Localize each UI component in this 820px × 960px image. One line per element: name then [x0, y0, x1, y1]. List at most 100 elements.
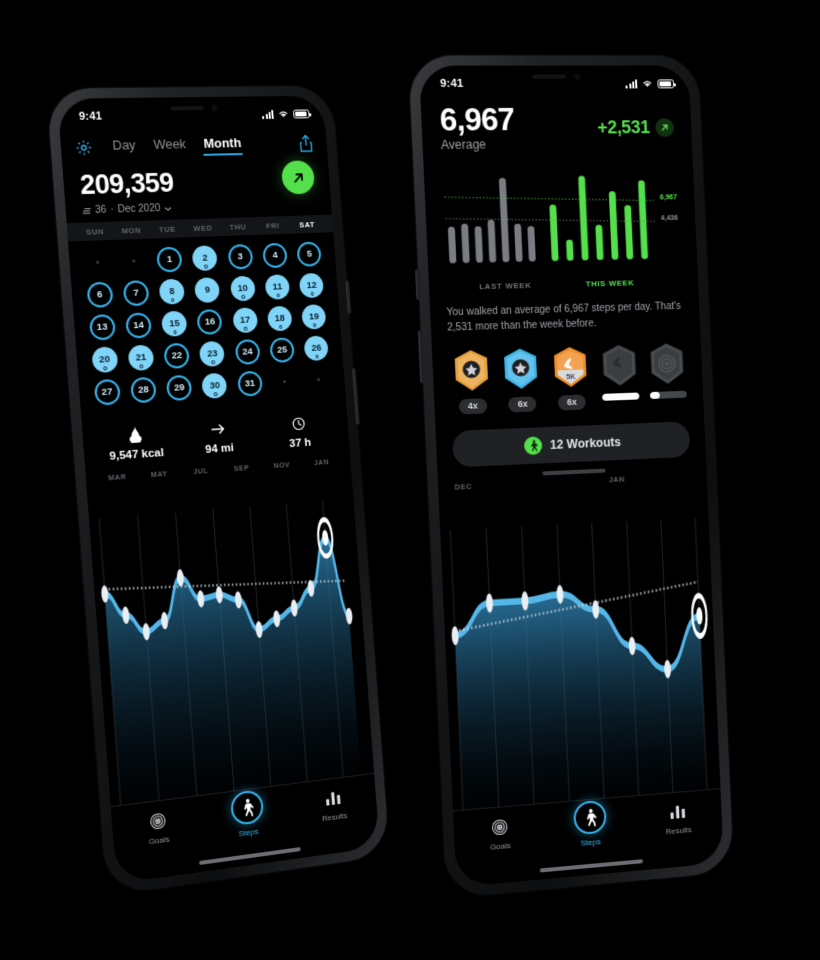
calendar-day-29[interactable]: 29 — [166, 374, 193, 402]
calendar-day-25[interactable]: 25 — [269, 337, 295, 364]
calendar-cell[interactable]: 18 — [261, 304, 298, 332]
calendar-day-31[interactable]: 31 — [236, 370, 263, 397]
calendar-cell[interactable]: 1 — [151, 245, 189, 273]
calendar-day-16[interactable]: 16 — [196, 308, 224, 336]
calendar-cell[interactable]: 4 — [257, 242, 294, 270]
share-icon[interactable] — [298, 133, 314, 152]
calendar-cell[interactable]: 11 — [259, 273, 296, 301]
calendar-cell[interactable]: 29 — [160, 373, 198, 402]
power-button[interactable] — [351, 368, 360, 425]
right-month-trend-chart[interactable]: DEC JAN — [438, 467, 721, 810]
calendar-day-11[interactable]: 11 — [264, 274, 291, 300]
month-trend-chart[interactable]: MAR MAY JUL SEP NOV JAN — [86, 454, 375, 807]
calendar-day-1[interactable]: 1 — [156, 246, 183, 273]
calendar-day-label: 12 — [306, 279, 318, 292]
calendar-cell[interactable]: 16 — [191, 308, 228, 337]
calendar-cell[interactable]: 8 — [153, 277, 191, 306]
home-indicator[interactable] — [539, 859, 644, 873]
tab-day[interactable]: Day — [112, 137, 136, 156]
volume-up-button[interactable] — [414, 269, 421, 300]
orange-5k-badge[interactable]: 5K 6x — [550, 345, 592, 411]
calendar-day-24[interactable]: 24 — [234, 338, 261, 366]
arrow-up-right-icon — [655, 118, 675, 137]
period-selector[interactable]: 36 · Dec 2020 — [82, 198, 317, 216]
calendar-day-15[interactable]: 15 — [161, 310, 188, 337]
calendar-day-8[interactable]: 8 — [158, 278, 186, 305]
chevron-down-icon[interactable] — [164, 204, 172, 212]
calendar-cell[interactable]: 15 — [156, 309, 194, 338]
calendar-day-label: 2 — [202, 252, 209, 264]
tab-goals[interactable]: Goals — [111, 804, 204, 851]
calendar-cell[interactable]: 26 — [298, 334, 334, 362]
calendar-day-4[interactable]: 4 — [262, 242, 288, 269]
calendar-cell[interactable]: 25 — [264, 336, 301, 364]
calendar-day-7[interactable]: 7 — [122, 280, 150, 307]
calendar-cell[interactable]: 22 — [158, 341, 196, 370]
home-indicator[interactable] — [198, 847, 301, 866]
tab-results[interactable]: Results — [633, 797, 722, 839]
calendar-day-2[interactable]: 2 — [192, 245, 219, 272]
calendar-cell[interactable]: 27 — [88, 377, 127, 407]
calendar-day-17[interactable]: 17 — [232, 307, 259, 334]
calendar-cell[interactable]: 14 — [119, 311, 157, 340]
calendar-day-12[interactable]: 12 — [299, 272, 325, 299]
tab-goals[interactable]: Goals — [453, 812, 546, 855]
calendar-cell[interactable]: 5 — [291, 240, 327, 268]
calendar-cell[interactable]: 17 — [227, 306, 264, 334]
blue-star-badge[interactable]: 6x — [500, 347, 542, 413]
status-indicators — [262, 108, 310, 120]
goal-reached-dot-icon — [211, 360, 215, 364]
calendar-day-21[interactable]: 21 — [127, 344, 155, 372]
achievement-badges[interactable]: 4x 6x 5K 6x — [431, 328, 703, 415]
calendar-day-18[interactable]: 18 — [266, 305, 293, 332]
period-segmented-control[interactable]: Day Week Month — [112, 135, 242, 156]
calendar-day-6[interactable]: 6 — [86, 281, 114, 309]
calendar-day-28[interactable]: 28 — [129, 376, 157, 404]
calendar-day-5[interactable]: 5 — [296, 241, 323, 267]
calendar-day-27[interactable]: 27 — [93, 378, 121, 406]
calendar-cell[interactable]: 20 — [85, 345, 124, 374]
calendar-cell[interactable]: 19 — [296, 303, 332, 331]
calendar-day-13[interactable]: 13 — [88, 313, 116, 341]
calendar-cell[interactable]: 9 — [189, 276, 226, 304]
calendar-cell[interactable]: 24 — [229, 338, 266, 367]
gold-star-badge[interactable]: 4x — [450, 349, 493, 415]
calendar-cell[interactable]: 12 — [294, 272, 330, 300]
volume-down-button[interactable] — [417, 330, 425, 384]
tab-steps[interactable]: Steps — [202, 789, 293, 843]
calendar-cell[interactable]: 23 — [194, 339, 231, 368]
calendar-day-14[interactable]: 14 — [125, 312, 152, 339]
tab-week[interactable]: Week — [153, 136, 187, 155]
calendar-day-30[interactable]: 30 — [201, 372, 228, 399]
calendar-cell[interactable]: 10 — [224, 274, 261, 302]
calendar-cell[interactable]: 31 — [231, 369, 268, 398]
workouts-button[interactable]: 12 Workouts — [451, 421, 691, 468]
goal-reached-dot-icon — [243, 326, 248, 331]
calendar-cell[interactable]: 3 — [222, 243, 259, 271]
calendar-day-19[interactable]: 19 — [301, 304, 327, 330]
locked-target-badge[interactable] — [647, 342, 688, 407]
calendar-day-22[interactable]: 22 — [163, 342, 191, 370]
locked-shoe-badge[interactable] — [599, 344, 641, 409]
calendar-day-23[interactable]: 23 — [199, 340, 226, 368]
calendar-cell[interactable]: 30 — [196, 371, 233, 400]
volume-button[interactable] — [345, 280, 352, 314]
calendar-cell[interactable]: 28 — [124, 375, 162, 404]
tab-results[interactable]: Results — [290, 782, 378, 828]
weekly-bar-chart[interactable]: 6,967 4,436 — [434, 161, 692, 281]
calendar-cell[interactable]: 7 — [117, 279, 155, 308]
calendar-cell[interactable]: 13 — [83, 313, 122, 342]
calendar-day-10[interactable]: 10 — [229, 275, 256, 302]
calendar-cell[interactable]: 6 — [80, 280, 119, 309]
workouts-label: 12 Workouts — [549, 435, 622, 453]
gear-icon[interactable] — [75, 138, 94, 156]
tab-month[interactable]: Month — [203, 135, 242, 154]
calendar-day-20[interactable]: 20 — [90, 346, 119, 374]
calendar-day-9[interactable]: 9 — [194, 277, 221, 304]
badge-count: 6x — [508, 396, 537, 413]
tab-steps[interactable]: Steps — [544, 799, 635, 851]
calendar-day-3[interactable]: 3 — [227, 243, 254, 270]
calendar-cell[interactable]: 2 — [186, 244, 223, 272]
calendar-day-26[interactable]: 26 — [303, 335, 330, 362]
calendar-cell[interactable]: 21 — [122, 343, 160, 372]
